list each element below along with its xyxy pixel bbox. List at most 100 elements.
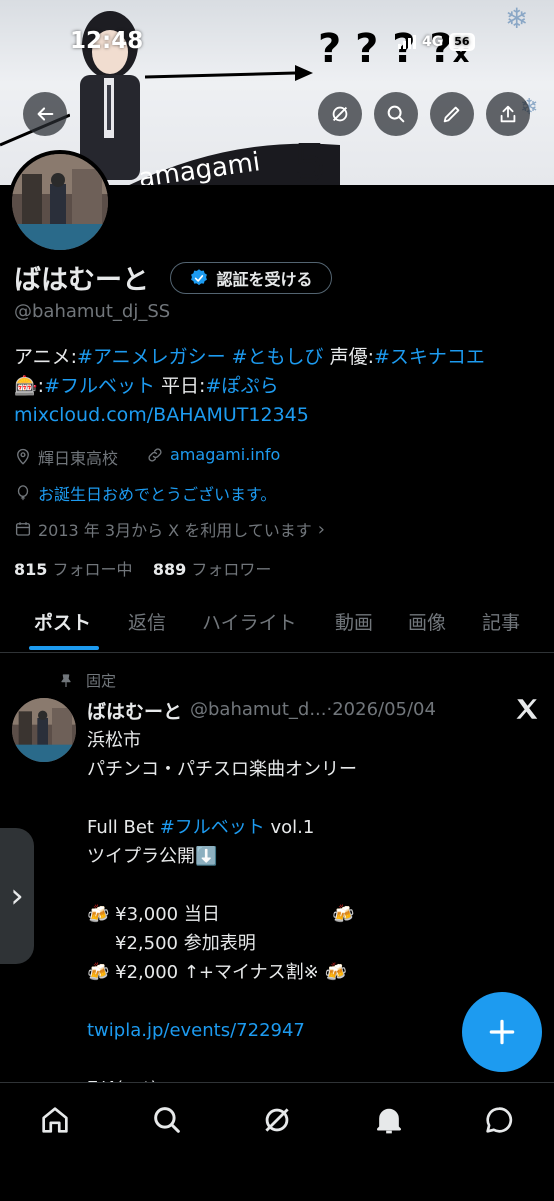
chevron-right-icon: › <box>317 518 325 540</box>
post-line: 🍻 ¥3,000 当日 🍻 <box>87 900 357 929</box>
following-link[interactable]: 815 フォロー中 <box>14 560 133 579</box>
bio-text: 平日: <box>161 375 206 397</box>
side-panel-handle[interactable]: › <box>0 828 34 964</box>
hashtag-link[interactable]: #ぽぷら <box>205 375 278 397</box>
following-label: フォロー中 <box>52 560 133 579</box>
profile-handle: @bahamut_dj_SS <box>14 301 171 322</box>
post-author-avatar[interactable] <box>12 698 76 762</box>
post-handle-date[interactable]: @bahamut_d...·2026/05/04 <box>190 699 436 720</box>
profile-bio: アニメ:#アニメレガシー #ともしび 声優:#スキナコエ 🎰:#フルベット 平日… <box>14 343 544 430</box>
back-arrow-icon <box>37 107 54 121</box>
hashtag-link[interactable]: #ともしび <box>232 346 324 368</box>
tab-articles[interactable]: 記事 <box>482 608 520 635</box>
post-text: vol.1 <box>264 817 315 838</box>
profile-birthday: お誕生日おめでとうございます。 <box>14 481 276 505</box>
post-line: パチンコ・パチスロ楽曲オンリー <box>87 759 357 780</box>
edit-button[interactable] <box>430 92 474 136</box>
followers-label: フォロワー <box>191 560 272 579</box>
pinned-indicator: 固定 <box>58 670 116 691</box>
profile-avatar[interactable] <box>8 150 112 254</box>
post-body: 浜松市パチンコ・パチスロ楽曲オンリー Full Bet #フルベット vol.1 ツ… <box>87 726 357 1103</box>
pin-icon <box>61 673 71 687</box>
following-count: 815 <box>14 560 48 579</box>
follow-counts: 815 フォロー中 889 フォロワー <box>14 556 271 580</box>
post-text: 🍻 ¥3,000 当日 <box>87 904 220 925</box>
hashtag-link[interactable]: #フルベット <box>160 817 265 838</box>
avatar-photo <box>12 154 108 250</box>
banner-logo-graphic: amagami 5 <box>129 135 340 185</box>
followers-link[interactable]: 889 フォロワー <box>153 560 272 579</box>
svg-text:5: 5 <box>295 136 326 185</box>
bottom-navigation <box>0 1082 554 1201</box>
battery-indicator: 56 <box>449 33 475 51</box>
hashtag-link[interactable]: #フルベット <box>44 375 155 397</box>
signal-icon <box>398 35 416 49</box>
post-url-link[interactable]: twipla.jp/events/722947 <box>87 1016 357 1045</box>
share-icon <box>500 105 516 123</box>
share-button[interactable] <box>486 92 530 136</box>
active-tab-indicator <box>29 646 99 650</box>
post-text: Full Bet <box>87 817 160 838</box>
post-line: ¥2,500 参加表明 <box>115 933 256 954</box>
tab-posts[interactable]: ポスト <box>34 608 91 635</box>
messages-icon[interactable] <box>482 1103 516 1137</box>
link-icon <box>148 447 162 462</box>
bio-line-3: mixcloud.com/BAHAMUT12345 <box>14 401 544 430</box>
grok-icon <box>332 106 348 122</box>
search-icon[interactable] <box>150 1103 184 1137</box>
bio-line-2: 🎰:#フルベット 平日:#ぽぷら <box>14 372 544 401</box>
plus-icon <box>489 1019 515 1045</box>
bio-url-link[interactable]: mixcloud.com/BAHAMUT12345 <box>14 404 309 426</box>
grok-button[interactable] <box>318 92 362 136</box>
x-logo-icon <box>516 699 538 719</box>
back-button[interactable] <box>23 92 67 136</box>
verified-badge-icon <box>191 269 208 286</box>
get-verified-button[interactable]: 認証を受ける <box>170 262 332 294</box>
hashtag-link[interactable]: #アニメレガシー <box>77 346 226 368</box>
banner-arrow-graphic <box>145 65 313 81</box>
joined-text: 2013 年 3月から X を利用しています <box>38 521 312 540</box>
website-link[interactable]: amagami.info <box>170 445 280 464</box>
profile-website[interactable]: amagami.info <box>146 445 280 464</box>
post-author-name[interactable]: ばはむーと <box>87 697 182 724</box>
post-line: 浜松市 <box>87 730 141 751</box>
banner-snowflake-icon: ❄ <box>505 2 529 35</box>
location-text: 輝日東高校 <box>38 449 119 468</box>
search-icon <box>387 105 405 123</box>
calendar-icon <box>15 522 31 536</box>
svg-text:amagami: amagami <box>137 147 262 185</box>
tab-videos[interactable]: 動画 <box>335 608 373 635</box>
profile-location: 輝日東高校 <box>14 445 118 469</box>
post-line: Full Bet #フルベット vol.1 <box>87 813 357 842</box>
birthday-text: お誕生日おめでとうございます。 <box>38 485 277 504</box>
tab-images[interactable]: 画像 <box>408 608 446 635</box>
bio-text: 声優: <box>329 346 374 368</box>
hashtag-link[interactable]: #スキナコエ <box>374 346 485 368</box>
balloon-icon <box>17 485 29 501</box>
chevron-right-icon: › <box>10 876 24 916</box>
tab-highlights[interactable]: ハイライト <box>202 608 297 635</box>
post-line: ツイプラ公開⬇️ <box>87 846 218 867</box>
profile-tabs: ポスト 返信 ハイライト 動画 画像 記事 <box>0 600 554 653</box>
pinned-label: 固定 <box>86 672 117 690</box>
grok-icon[interactable] <box>260 1103 294 1137</box>
bio-line-1: アニメ:#アニメレガシー #ともしび 声優:#スキナコエ <box>14 343 544 372</box>
pencil-icon <box>443 106 460 123</box>
bio-text: アニメ: <box>14 346 78 368</box>
profile-joined-date[interactable]: 2013 年 3月から X を利用しています › <box>14 517 325 541</box>
home-icon[interactable] <box>38 1103 72 1137</box>
get-verified-label: 認証を受ける <box>216 270 313 289</box>
status-time: 12:48 <box>70 28 144 54</box>
network-type: 4G <box>422 34 444 50</box>
slot-machine-emoji: 🎰 <box>14 375 38 397</box>
profile-display-name: ばはむーと <box>14 265 149 296</box>
notifications-bell-icon[interactable] <box>372 1103 406 1137</box>
tab-replies[interactable]: 返信 <box>128 608 166 635</box>
search-button[interactable] <box>374 92 418 136</box>
post-line: 🍻 ¥2,000 ↑+マイナス割※ 🍻 <box>87 962 347 983</box>
compose-post-button[interactable] <box>462 992 542 1072</box>
